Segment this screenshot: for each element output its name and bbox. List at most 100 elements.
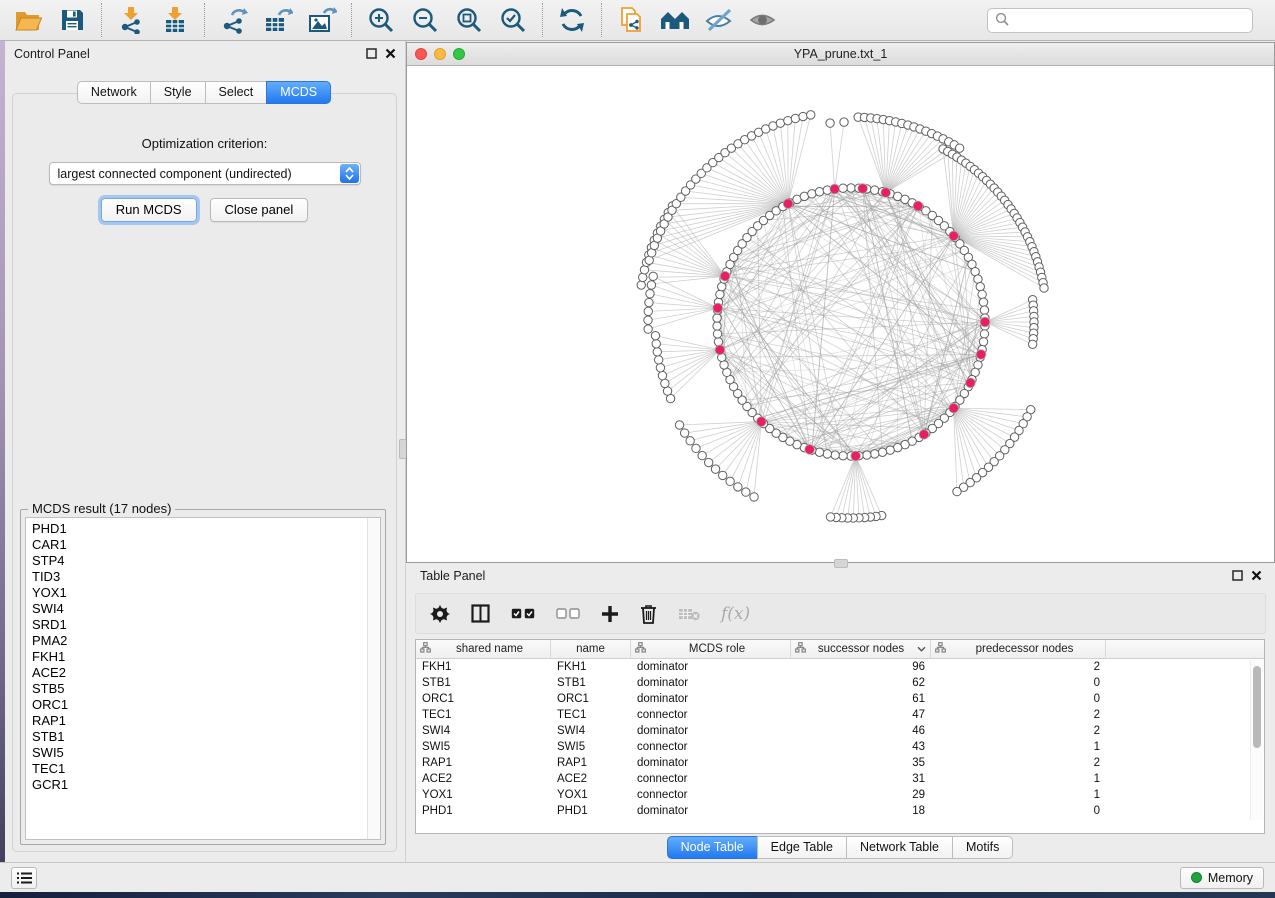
function-builder-icon[interactable]: f(x) [721,604,750,624]
network-leaf-node[interactable] [656,364,664,372]
network-node[interactable] [871,450,879,458]
column-header-predecessor-nodes[interactable]: predecessor nodes [931,640,1106,658]
network-leaf-node[interactable] [799,112,807,120]
column-header-MCDS-role[interactable]: MCDS role [631,640,791,658]
mcds-hub-node[interactable] [713,303,723,313]
network-leaf-node[interactable] [698,451,706,459]
network-leaf-node[interactable] [649,272,657,280]
network-leaf-node[interactable] [734,483,742,491]
network-node[interactable] [871,186,879,194]
network-leaf-node[interactable] [711,465,719,473]
run-mcds-button[interactable]: Run MCDS [101,198,197,222]
network-node[interactable] [980,306,988,314]
horizontal-splitter-handle[interactable] [834,559,848,568]
mcds-result-item[interactable]: STP4 [32,553,380,569]
search-input[interactable] [1014,13,1245,27]
tab-node-table[interactable]: Node Table [667,836,758,859]
network-leaf-node[interactable] [718,471,726,479]
network-node[interactable] [815,188,823,196]
mcds-result-item[interactable]: SRD1 [32,617,380,633]
table-scrollbar-thumb[interactable] [1253,666,1261,748]
network-leaf-node[interactable] [953,487,961,495]
hide-selected-icon[interactable] [703,4,735,36]
zoom-fit-icon[interactable] [453,4,485,36]
first-neighbors-icon[interactable] [659,4,691,36]
network-leaf-node[interactable] [658,371,666,379]
network-node[interactable] [839,184,847,192]
network-node[interactable] [839,452,847,460]
float-table-panel-icon[interactable] [1232,569,1243,584]
table-row[interactable]: TEC1TEC1connector472 [416,707,1264,723]
delete-table-icon[interactable] [678,607,700,621]
export-network-icon[interactable] [218,4,250,36]
table-row[interactable]: YOX1YOX1connector291 [416,787,1264,803]
network-leaf-node[interactable] [791,114,799,122]
network-leaf-node[interactable] [742,488,750,496]
network-leaf-node[interactable] [654,356,662,364]
mcds-result-item[interactable]: ACE2 [32,665,380,681]
network-leaf-node[interactable] [826,513,834,521]
mcds-hub-node[interactable] [919,430,929,440]
network-leaf-node[interactable] [692,444,700,452]
network-node[interactable] [847,184,855,192]
tab-network-table[interactable]: Network Table [846,836,953,859]
table-scrollbar[interactable] [1250,660,1263,820]
table-row[interactable]: STB1STB1dominator620 [416,675,1264,691]
mcds-hub-node[interactable] [805,445,815,455]
network-node[interactable] [979,298,987,306]
network-leaf-node[interactable] [807,111,815,119]
mcds-hub-node[interactable] [858,184,868,194]
mcds-result-item[interactable]: CAR1 [32,537,380,553]
network-leaf-node[interactable] [726,477,734,485]
mcds-result-item[interactable]: STB5 [32,681,380,697]
tab-edge-table[interactable]: Edge Table [757,836,847,859]
network-leaf-node[interactable] [955,144,963,152]
tab-network[interactable]: Network [77,81,151,104]
mcds-result-item[interactable]: TID3 [32,569,380,585]
show-all-icon[interactable] [747,4,779,36]
mcds-result-item[interactable]: TEC1 [32,761,380,777]
network-leaf-node[interactable] [704,458,712,466]
network-leaf-node[interactable] [644,325,652,333]
zoom-out-icon[interactable] [409,4,441,36]
network-leaf-node[interactable] [644,307,652,315]
network-node[interactable] [815,448,823,456]
network-node[interactable] [886,446,894,454]
network-leaf-node[interactable] [686,437,694,445]
network-node[interactable] [713,330,721,338]
network-leaf-node[interactable] [651,331,659,339]
export-image-icon[interactable] [306,4,338,36]
network-node[interactable] [808,190,816,198]
import-table-icon[interactable] [159,4,191,36]
tab-style[interactable]: Style [150,81,206,104]
network-leaf-node[interactable] [647,281,655,289]
network-node[interactable] [878,448,886,456]
criterion-dropdown[interactable]: largest connected component (undirected) [49,162,361,185]
table-row[interactable]: RAP1RAP1dominator352 [416,755,1264,771]
network-leaf-node[interactable] [646,290,654,298]
network-leaf-node[interactable] [840,118,848,126]
mcds-hub-node[interactable] [949,231,959,241]
mcds-result-item[interactable]: SWI4 [32,601,380,617]
mcds-hub-node[interactable] [720,271,730,281]
network-leaf-node[interactable] [644,316,652,324]
mcds-hub-node[interactable] [851,451,861,461]
search-box[interactable] [987,8,1253,33]
duplicate-network-icon[interactable] [615,4,647,36]
mcds-hub-node[interactable] [783,199,793,209]
network-node[interactable] [713,314,721,322]
column-header-shared-name[interactable]: shared name [416,640,551,658]
mcds-list-scrollbar[interactable] [367,518,380,839]
column-header-name[interactable]: name [551,640,631,658]
mcds-hub-node[interactable] [715,345,725,355]
network-node[interactable] [713,322,721,330]
network-leaf-node[interactable] [1040,284,1048,292]
mcds-hub-node[interactable] [913,201,923,211]
network-leaf-node[interactable] [826,119,834,127]
mcds-result-item[interactable]: GCR1 [32,777,380,793]
mcds-result-list[interactable]: PHD1CAR1STP4TID3YOX1SWI4SRD1PMA2FKH1ACE2… [25,517,381,840]
delete-column-icon[interactable] [640,604,657,624]
mcds-result-item[interactable]: PHD1 [32,521,380,537]
zoom-selected-icon[interactable] [497,4,529,36]
network-node[interactable] [980,330,988,338]
